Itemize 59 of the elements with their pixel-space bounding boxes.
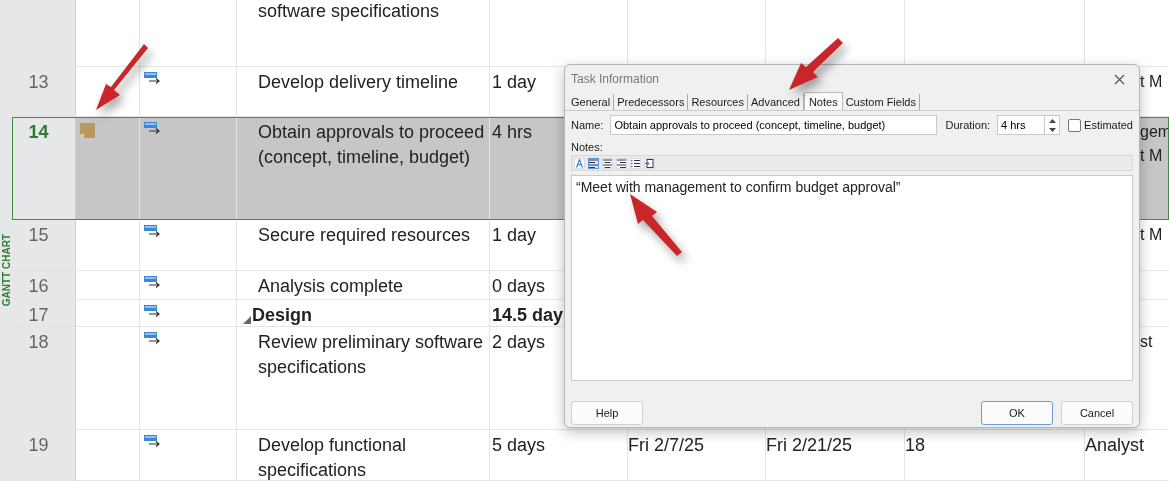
task-name: Design <box>252 304 312 327</box>
notes-editor[interactable]: “Meet with management to confirm budget approval” <box>571 175 1133 381</box>
duration-cell: 5 days <box>492 435 546 455</box>
duration-cell: 0 days <box>492 276 546 296</box>
row-number: 14 <box>28 122 49 142</box>
task-name: Secure required resources <box>258 224 471 247</box>
align-left-icon[interactable] <box>588 157 599 169</box>
resource-cell-text: t M <box>1140 72 1164 92</box>
task-name: software specifications <box>258 0 440 23</box>
task-name: Develop functional specifications <box>258 434 408 481</box>
spin-buttons[interactable] <box>1045 115 1061 135</box>
row-number: 17 <box>28 305 49 325</box>
duration-label: Duration: <box>945 119 991 131</box>
bullets-icon[interactable] <box>630 157 641 169</box>
collapse-triangle-icon[interactable] <box>243 315 251 324</box>
name-field[interactable]: Obtain approvals to proceed (concept, timeline, budget) <box>610 115 938 135</box>
close-icon[interactable] <box>1114 73 1125 85</box>
name-label: Name: <box>571 119 604 131</box>
row-number: 18 <box>28 332 49 352</box>
up-arrow-icon[interactable] <box>1048 118 1056 123</box>
dialog-title: Task Information <box>571 72 660 86</box>
duration-cell: 2 days <box>492 332 546 352</box>
dialog-tab[interactable]: Advanced <box>748 94 804 110</box>
task-name: Analysis complete <box>258 275 404 298</box>
start-date-cell: Fri 2/7/25 <box>628 435 705 455</box>
row-number: 19 <box>28 435 49 455</box>
resource-cell-text: Analyst <box>1085 434 1146 457</box>
notes-label: Notes: <box>571 141 604 153</box>
duration-cell: 14.5 day <box>492 305 564 325</box>
dialog-tab[interactable]: Notes <box>803 92 843 110</box>
resource-cell-text: t M <box>1140 225 1164 245</box>
align-right-icon[interactable] <box>616 157 627 169</box>
duration-cell: 4 hrs <box>492 122 533 142</box>
dialog-button[interactable]: Help <box>571 401 643 425</box>
dialog-button[interactable]: OK <box>981 401 1053 425</box>
dialog-tab[interactable]: General <box>568 94 615 110</box>
table-row[interactable]: 19 Develop functional specifications 5 days Fri 2/7/25 Fri 2/21/25 18 Analyst <box>12 430 1169 481</box>
down-arrow-icon[interactable] <box>1048 127 1056 132</box>
estimated-label: Estimated <box>1084 119 1133 131</box>
dialog-button[interactable]: Cancel <box>1061 401 1133 425</box>
duration-field[interactable]: 4 hrs <box>997 115 1046 135</box>
view-label: GANTT CHART <box>0 234 12 307</box>
predecessors-cell: 18 <box>905 435 926 455</box>
duration-cell: 1 day <box>492 225 537 245</box>
notes-text: “Meet with management to confirm budget approval” <box>576 179 901 195</box>
task-name: Review preliminary software specifications <box>258 331 485 379</box>
row-number: 15 <box>28 225 49 245</box>
finish-date-cell: Fri 2/21/25 <box>766 435 853 455</box>
task-name: Obtain approvals to proceed (concept, timeline, budget) <box>258 121 486 169</box>
estimated-checkbox[interactable] <box>1068 118 1082 132</box>
align-center-icon[interactable] <box>602 157 613 169</box>
row-number: 16 <box>28 276 49 296</box>
resource-cell-text: st <box>1140 332 1154 352</box>
row-number: 13 <box>28 72 49 92</box>
duration-cell: 1 day <box>492 72 537 92</box>
resource-cell-text: t M <box>1140 146 1164 166</box>
insert-object-icon[interactable] <box>644 157 655 169</box>
font-icon[interactable] <box>574 157 585 169</box>
task-name: Develop delivery timeline <box>258 71 459 94</box>
